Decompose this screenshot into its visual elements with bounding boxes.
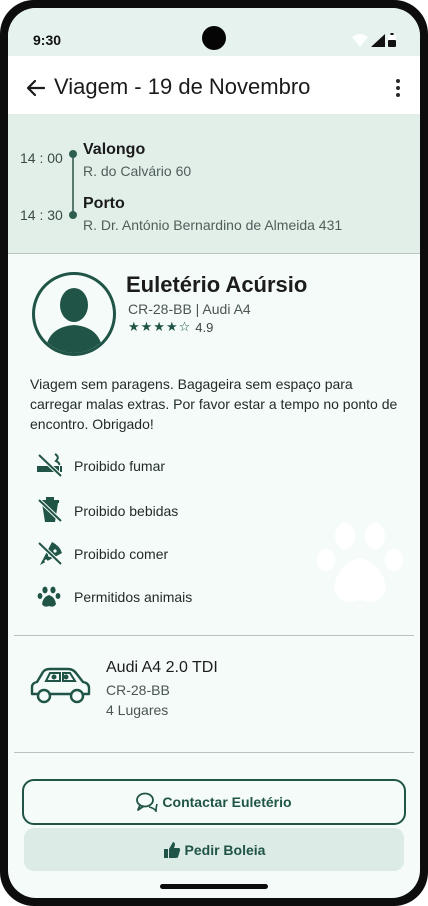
paw-watermark-icon	[317, 523, 403, 602]
rule-label: Proibido fumar	[74, 458, 166, 474]
origin-time: 14 : 00	[20, 150, 63, 166]
rule-item: Permitidos animais	[36, 583, 336, 609]
status-bar: 9:30	[8, 8, 420, 56]
destination-address: R. Dr. António Bernardino de Almeida 431	[83, 217, 343, 233]
rating-stars: ★★★★☆	[128, 320, 192, 335]
origin-dot	[69, 150, 77, 158]
app-bar: Viagem - 19 de Novembro	[8, 56, 420, 114]
origin-address: R. do Calvário 60	[83, 163, 192, 179]
rule-item: Proibido fumar	[36, 452, 336, 478]
route-summary: 14 : 00 14 : 30 Valongo R. do Calvário 6…	[8, 114, 420, 254]
contact-driver-button[interactable]: Contactar Euletério	[22, 779, 406, 825]
rule-label: Permitidos animais	[74, 589, 193, 605]
wifi-icon	[352, 34, 368, 47]
signal-icon	[371, 34, 385, 47]
battery-icon	[388, 33, 396, 47]
contact-driver-label: Contactar Euletério	[162, 794, 292, 810]
rule-item: Proibido comer	[36, 540, 336, 566]
person-icon	[45, 288, 103, 353]
trip-description: Viagem sem paragens. Bagageira sem espaç…	[30, 376, 398, 432]
status-icons	[352, 33, 396, 47]
rule-item: Proibido bebidas	[36, 497, 336, 523]
chat-icon	[136, 792, 159, 812]
paw-icon	[37, 586, 61, 607]
car-icon	[30, 667, 91, 704]
camera-cutout	[202, 26, 226, 50]
rule-label: Proibido bebidas	[74, 503, 179, 519]
driver-name: Euletério Acúrsio	[126, 272, 308, 297]
car-seats: 4 Lugares	[106, 702, 169, 718]
divider	[14, 635, 414, 636]
no-drinks-icon	[37, 497, 63, 523]
phone-frame: 9:30 Viagem - 19 de Novembro 14: 00 14 …	[0, 0, 428, 906]
driver-rating: ★★★★☆ 4.9	[128, 320, 213, 335]
rating-value: 4.9	[195, 320, 214, 335]
avatar[interactable]	[32, 272, 116, 356]
driver-car-summary: CR-28-BB | Audi A4	[128, 301, 251, 317]
divider	[14, 752, 414, 753]
destination-city: Porto	[83, 195, 125, 212]
route-line	[72, 153, 74, 215]
no-food-icon	[37, 541, 63, 566]
request-ride-label: Pedir Boleia	[184, 841, 266, 858]
car-plate: CR-28-BB	[106, 682, 170, 698]
no-smoking-icon	[37, 453, 63, 478]
thumbs-up-icon	[163, 841, 180, 858]
request-ride-button[interactable]: Pedir Boleia	[24, 828, 404, 871]
rule-label: Proibido comer	[74, 546, 169, 562]
screen: 9:30 Viagem - 19 de Novembro 14: 00 14 …	[8, 8, 420, 898]
car-model: Audi A4 2.0 TDI	[106, 659, 218, 676]
back-arrow-icon[interactable]	[24, 76, 48, 100]
destination-time: 14 : 30	[20, 207, 63, 223]
status-time: 9:30	[33, 32, 62, 48]
home-indicator[interactable]	[160, 884, 268, 889]
page-title: Viagem - 19 de Novembro	[54, 74, 311, 99]
origin-city: Valongo	[83, 141, 146, 158]
destination-dot	[69, 211, 77, 219]
more-options-icon[interactable]	[394, 78, 402, 98]
